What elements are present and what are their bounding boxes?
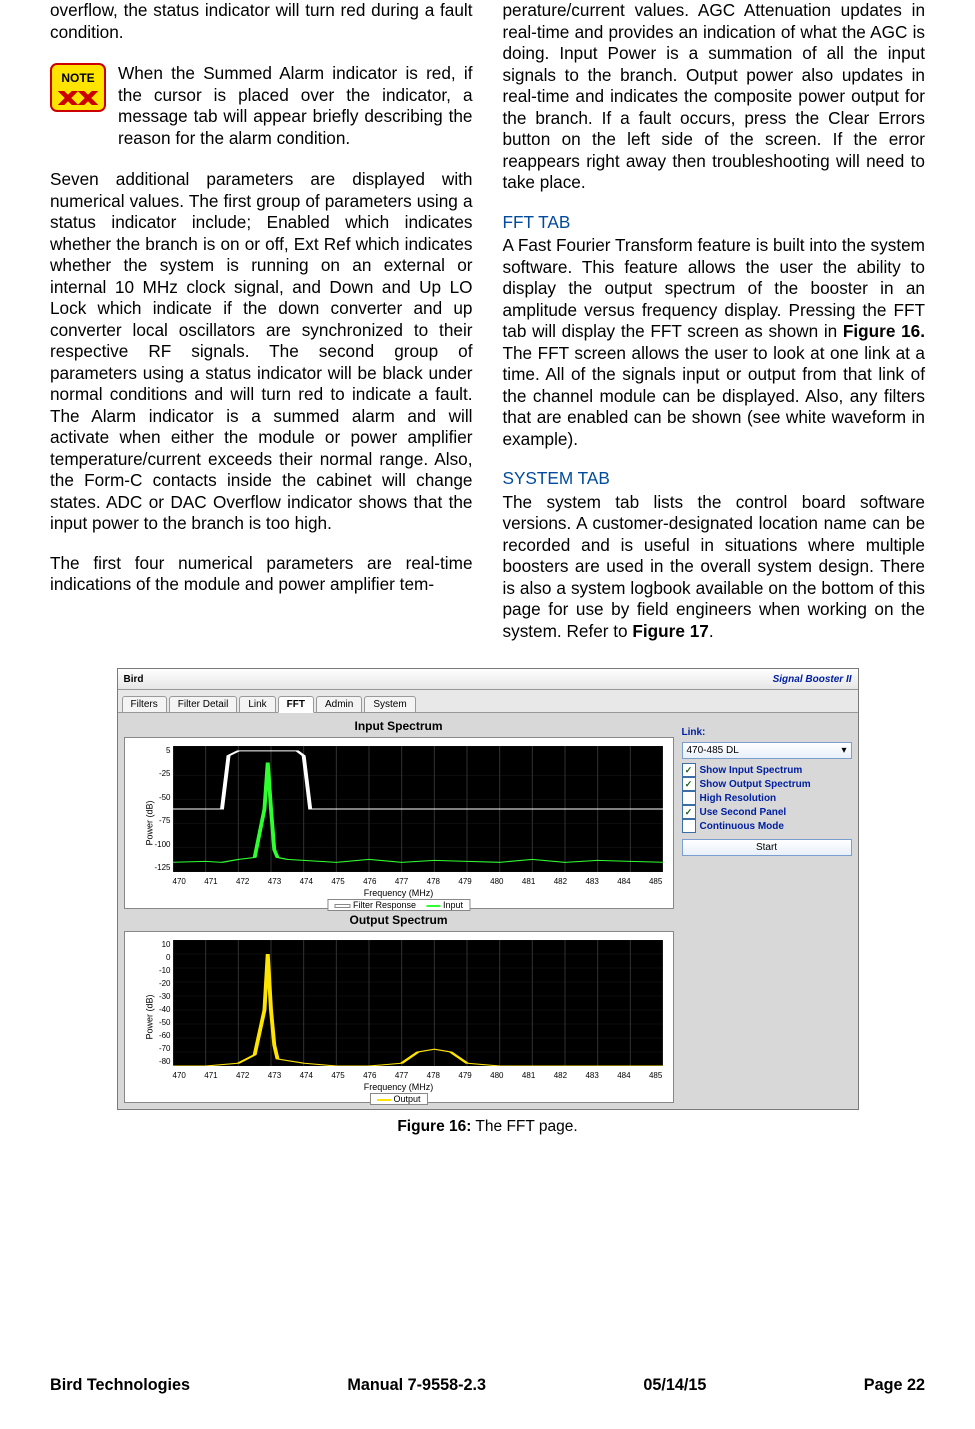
checkbox-continuous-mode[interactable]: Continuous Mode bbox=[682, 819, 852, 833]
x-axis-label: Frequency (MHz) bbox=[125, 888, 673, 898]
note-icon: NOTE bbox=[50, 63, 106, 112]
section-title-fft: FFT TAB bbox=[503, 212, 926, 234]
tab-fft[interactable]: FFT bbox=[278, 696, 314, 713]
side-panel: Link: 470-485 DL ▾ ✓Show Input Spectrum✓… bbox=[682, 719, 852, 1103]
checkbox-icon: ✓ bbox=[682, 763, 696, 777]
legend-entry: Output bbox=[393, 1094, 420, 1104]
caption-text: The FFT page. bbox=[471, 1118, 577, 1135]
window-titlebar: Bird Signal Booster II bbox=[118, 669, 858, 690]
caption-bold: Figure 16: bbox=[397, 1118, 471, 1135]
page-footer: Bird Technologies Manual 7-9558-2.3 05/1… bbox=[50, 1376, 925, 1395]
legend-entry: Filter Response bbox=[353, 900, 416, 910]
checkbox-icon: ✓ bbox=[682, 777, 696, 791]
checkbox-label: Show Output Spectrum bbox=[700, 779, 811, 790]
tab-bar: FiltersFilter DetailLinkFFTAdminSystem bbox=[118, 690, 858, 713]
footer-date: 05/14/15 bbox=[643, 1376, 706, 1395]
chart-title-input: Input Spectrum bbox=[124, 719, 674, 733]
para: The first four numerical parameters are … bbox=[50, 553, 473, 596]
checkbox-show-output-spectrum[interactable]: ✓ Show Output Spectrum bbox=[682, 777, 852, 791]
chart-title-output: Output Spectrum bbox=[124, 913, 674, 927]
checkbox-use-second-panel[interactable]: ✓ Use Second Panel bbox=[682, 805, 852, 819]
brand-left: Bird bbox=[124, 674, 144, 685]
checkbox-icon bbox=[682, 819, 696, 833]
checkbox-label: Use Second Panel bbox=[700, 807, 787, 818]
para: The system tab lists the control board s… bbox=[503, 492, 926, 643]
tab-admin[interactable]: Admin bbox=[316, 696, 362, 712]
x-axis-label: Frequency (MHz) bbox=[125, 1082, 673, 1092]
tab-link[interactable]: Link bbox=[239, 696, 275, 712]
text: The FFT screen allows the user to look a… bbox=[503, 343, 926, 449]
tab-system[interactable]: System bbox=[364, 696, 415, 712]
figure-ref: Figure 17 bbox=[632, 621, 708, 641]
brand-right: Signal Booster II bbox=[773, 674, 852, 685]
figure-16: Bird Signal Booster II FiltersFilter Det… bbox=[50, 668, 925, 1136]
footer-page: Page 22 bbox=[864, 1376, 925, 1395]
checkbox-icon: ✓ bbox=[682, 805, 696, 819]
para: perature/current values. AGC Attenuation… bbox=[503, 0, 926, 194]
checkbox-icon bbox=[682, 791, 696, 805]
text: . bbox=[709, 621, 714, 641]
input-spectrum-chart: Power (dB) 5-25-50-75-100-125 4704714724… bbox=[124, 737, 674, 909]
note-block: NOTE When the Summed Alarm indicator is … bbox=[50, 63, 473, 149]
checkbox-label: Show Input Spectrum bbox=[700, 765, 803, 776]
checkbox-label: High Resolution bbox=[700, 793, 777, 804]
checkbox-high-resolution[interactable]: High Resolution bbox=[682, 791, 852, 805]
para: Seven additional parameters are displaye… bbox=[50, 169, 473, 535]
legend: Filter Response Input bbox=[327, 899, 470, 911]
checkbox-label: Continuous Mode bbox=[700, 821, 784, 832]
fft-screenshot: Bird Signal Booster II FiltersFilter Det… bbox=[117, 668, 859, 1110]
section-title-system: SYSTEM TAB bbox=[503, 468, 926, 490]
text: The system tab lists the control board s… bbox=[503, 492, 926, 641]
link-select-value: 470-485 DL bbox=[687, 745, 739, 756]
note-text: When the Summed Alarm indicator is red, … bbox=[118, 63, 473, 149]
left-column: overflow, the status indicator will turn… bbox=[50, 0, 473, 642]
link-label: Link: bbox=[682, 727, 852, 738]
legend: Output bbox=[369, 1093, 427, 1105]
tab-filter-detail[interactable]: Filter Detail bbox=[169, 696, 238, 712]
output-spectrum-chart: Power (dB) 100-10-20-30-40-50-60-70-80 4… bbox=[124, 931, 674, 1103]
link-select[interactable]: 470-485 DL ▾ bbox=[682, 742, 852, 759]
start-button[interactable]: Start bbox=[682, 839, 852, 856]
checkbox-show-input-spectrum[interactable]: ✓ Show Input Spectrum bbox=[682, 763, 852, 777]
para: overflow, the status indicator will turn… bbox=[50, 0, 473, 43]
right-column: perature/current values. AGC Attenuation… bbox=[503, 0, 926, 642]
legend-entry: Input bbox=[443, 900, 463, 910]
figure-caption: Figure 16: The FFT page. bbox=[397, 1118, 577, 1136]
figure-ref: Figure 16. bbox=[843, 321, 925, 341]
footer-manual: Manual 7-9558-2.3 bbox=[347, 1376, 486, 1395]
para: A Fast Fourier Transform feature is buil… bbox=[503, 235, 926, 450]
tab-filters[interactable]: Filters bbox=[122, 696, 167, 712]
footer-company: Bird Technologies bbox=[50, 1376, 190, 1395]
chevron-down-icon: ▾ bbox=[841, 745, 846, 756]
